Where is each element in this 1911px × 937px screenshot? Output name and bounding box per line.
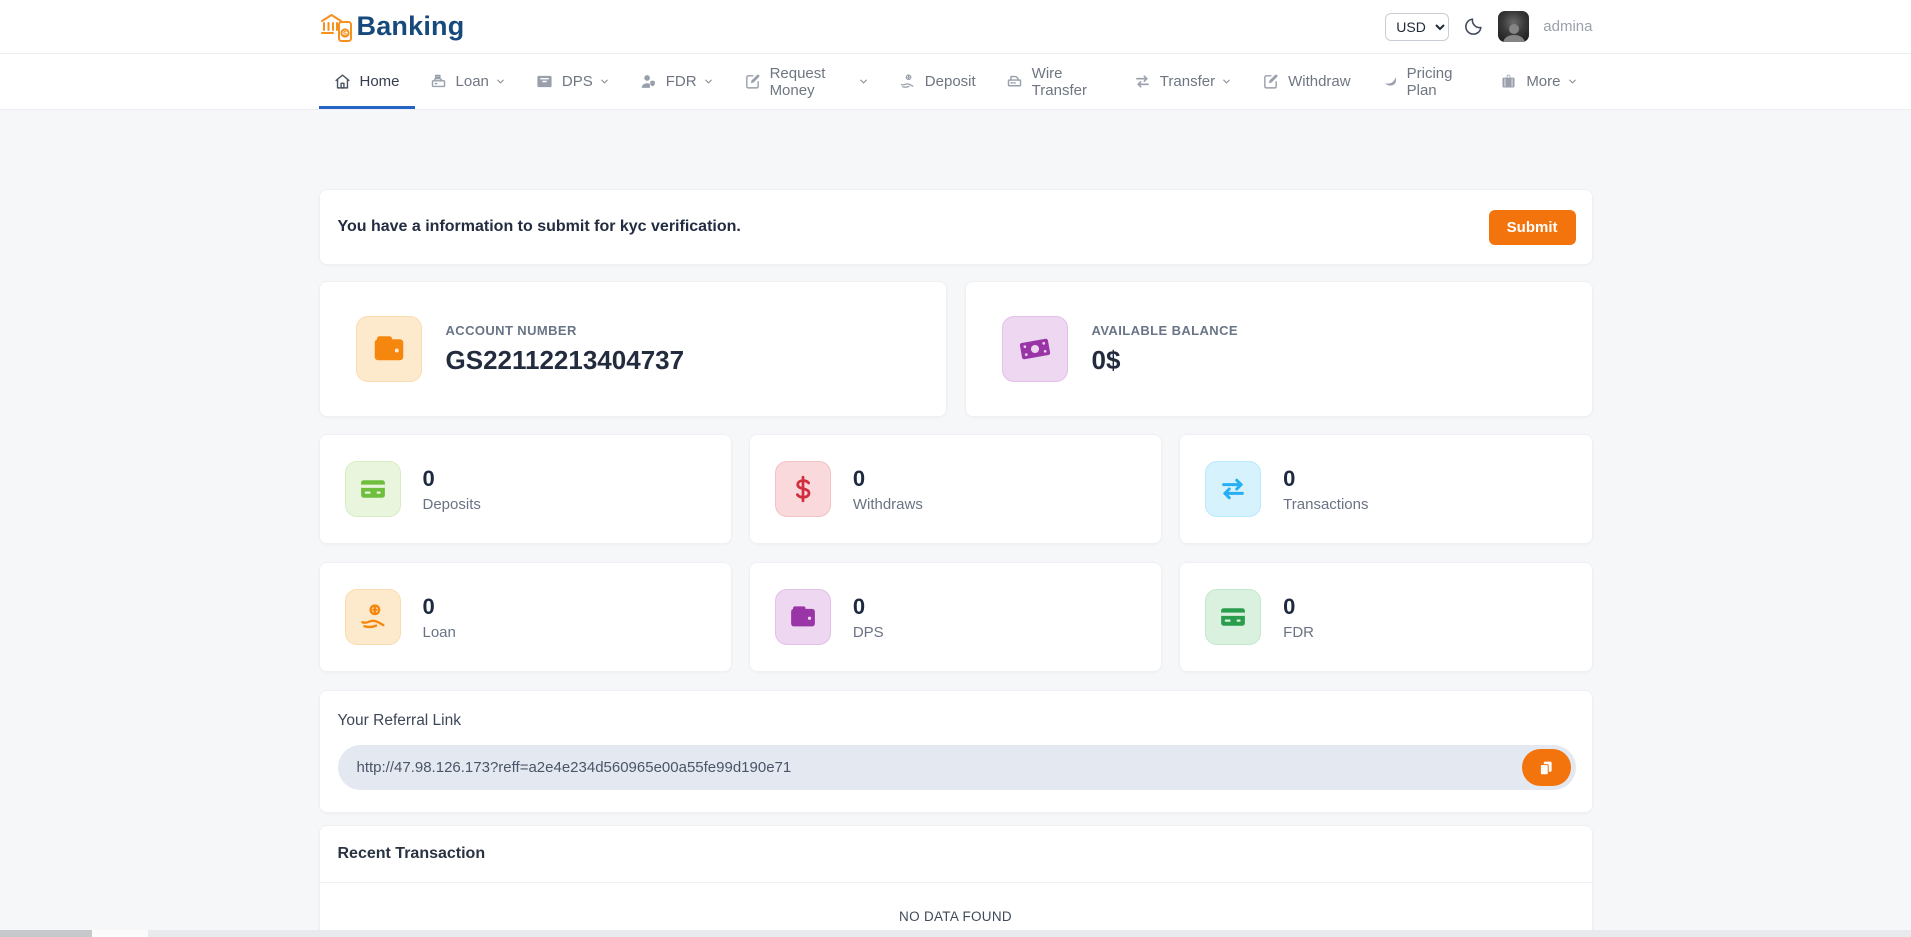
- bank-logo-icon: $: [319, 11, 355, 43]
- chevron-down-icon: [599, 76, 610, 87]
- nav-item-loan[interactable]: Loan: [415, 54, 521, 109]
- recent-transactions-body: NO DATA FOUND: [320, 883, 1592, 937]
- withdraws-count: 0: [853, 466, 923, 492]
- file-pen-icon: [1262, 73, 1279, 90]
- hand-coin-icon: [899, 73, 916, 90]
- referral-link-text: http://47.98.126.173?reff=a2e4e234d56096…: [357, 759, 792, 776]
- available-balance-label: AVAILABLE BALANCE: [1092, 323, 1238, 338]
- svg-text:$: $: [343, 30, 347, 37]
- copy-referral-button[interactable]: [1522, 749, 1571, 786]
- nav-item-wire-transfer[interactable]: Wire Transfer: [991, 54, 1119, 109]
- account-number-label: ACCOUNT NUMBER: [446, 323, 685, 338]
- vault-icon: [536, 73, 553, 90]
- nav-item-transfer[interactable]: Transfer: [1119, 54, 1247, 109]
- main-content: You have a information to submit for kyc…: [319, 110, 1593, 937]
- account-number-value: GS22112213404737: [446, 345, 685, 376]
- hand-coin-icon: [345, 589, 401, 645]
- transfer-arrows-icon: [1134, 73, 1151, 90]
- transactions-stat-card: 0 Transactions: [1179, 434, 1592, 544]
- dps-label: DPS: [853, 624, 884, 641]
- user-avatar[interactable]: [1498, 11, 1529, 42]
- deposits-count: 0: [423, 466, 481, 492]
- transactions-label: Transactions: [1283, 496, 1368, 513]
- copy-icon: [1537, 759, 1555, 777]
- nav-item-deposit[interactable]: Deposit: [884, 54, 991, 109]
- fdr-label: FDR: [1283, 624, 1314, 641]
- username-label: admina: [1543, 18, 1592, 35]
- nav-item-pricing-plan[interactable]: Pricing Plan: [1366, 54, 1486, 109]
- account-number-card: ACCOUNT NUMBER GS22112213404737: [319, 281, 947, 417]
- recent-transactions-card: Recent Transaction NO DATA FOUND: [319, 825, 1593, 937]
- fax-machine-icon: [1006, 73, 1023, 90]
- transfer-arrows-icon: [1205, 461, 1261, 517]
- available-balance-card: AVAILABLE BALANCE 0$: [965, 281, 1593, 417]
- kyc-submit-button[interactable]: Submit: [1489, 210, 1576, 245]
- dps-count: 0: [853, 594, 884, 620]
- fdr-stat-card: 0 FDR: [1179, 562, 1592, 672]
- nav-item-home[interactable]: Home: [319, 54, 415, 109]
- nav-item-request-money[interactable]: Request Money: [729, 54, 884, 109]
- deposits-stat-card: 0 Deposits: [319, 434, 732, 544]
- file-pen-icon: [744, 73, 761, 90]
- nav-item-fdr[interactable]: FDR: [625, 54, 729, 109]
- wallet-icon: [356, 316, 422, 382]
- dollar-icon: [775, 461, 831, 517]
- recent-transactions-header: Recent Transaction: [320, 826, 1592, 883]
- loan-stat-card: 0 Loan: [319, 562, 732, 672]
- moon-icon: [1463, 16, 1484, 37]
- scrollbar-track[interactable]: [148, 930, 1911, 937]
- scrollbar-gap: [92, 930, 148, 937]
- dark-mode-toggle[interactable]: [1463, 16, 1484, 37]
- nav-item-withdraw[interactable]: Withdraw: [1247, 54, 1366, 109]
- referral-card: Your Referral Link http://47.98.126.173?…: [319, 690, 1593, 813]
- credit-card-icon: [345, 461, 401, 517]
- chevron-down-icon: [858, 76, 869, 87]
- swoosh-icon: [1381, 73, 1398, 90]
- loan-count: 0: [423, 594, 456, 620]
- summary-cards-row: ACCOUNT NUMBER GS22112213404737 AVAILABL…: [319, 281, 1593, 417]
- cash-register-icon: [430, 73, 447, 90]
- brand-logo[interactable]: $ Banking: [319, 11, 465, 43]
- home-icon: [334, 73, 351, 90]
- chevron-down-icon: [703, 76, 714, 87]
- fdr-count: 0: [1283, 594, 1314, 620]
- briefcase-icon: [1500, 73, 1517, 90]
- recent-transactions-title: Recent Transaction: [338, 845, 486, 862]
- nav-item-more[interactable]: More: [1485, 54, 1592, 109]
- referral-title: Your Referral Link: [338, 712, 1576, 730]
- kyc-message: You have a information to submit for kyc…: [338, 218, 741, 236]
- withdraws-label: Withdraws: [853, 496, 923, 513]
- nav-item-dps[interactable]: DPS: [521, 54, 625, 109]
- deposits-label: Deposits: [423, 496, 481, 513]
- chevron-down-icon: [1221, 76, 1232, 87]
- chevron-down-icon: [1567, 76, 1578, 87]
- chevron-down-icon: [495, 76, 506, 87]
- withdraws-stat-card: 0 Withdraws: [749, 434, 1162, 544]
- kyc-banner: You have a information to submit for kyc…: [319, 189, 1593, 265]
- main-nav: Home Loan DPS FDR Request Money Deposit: [0, 54, 1911, 110]
- currency-select[interactable]: USD: [1385, 13, 1449, 41]
- loan-label: Loan: [423, 624, 456, 641]
- transactions-count: 0: [1283, 466, 1368, 492]
- dps-stat-card: 0 DPS: [749, 562, 1162, 672]
- scrollbar-thumb[interactable]: [0, 930, 92, 937]
- user-shield-icon: [640, 73, 657, 90]
- referral-link-field[interactable]: http://47.98.126.173?reff=a2e4e234d56096…: [338, 745, 1576, 790]
- horizontal-scrollbar: [0, 930, 1911, 937]
- brand-name: Banking: [357, 11, 465, 42]
- top-bar: $ Banking USD admin: [0, 0, 1911, 54]
- credit-card-icon: [1205, 589, 1261, 645]
- available-balance-value: 0$: [1092, 345, 1238, 376]
- wallet-icon: [775, 589, 831, 645]
- banknote-icon: [1002, 316, 1068, 382]
- stats-grid: 0 Deposits 0 Withdraws 0 Transactions: [319, 434, 1593, 672]
- no-data-message: NO DATA FOUND: [899, 909, 1012, 924]
